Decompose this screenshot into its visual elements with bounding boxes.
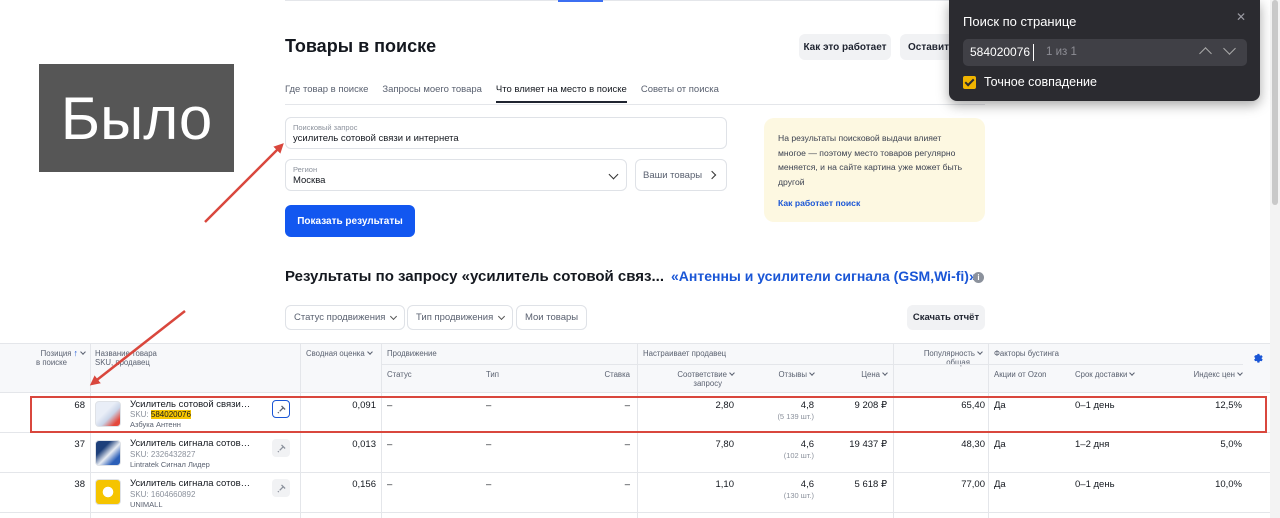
exact-match-checkbox[interactable]	[963, 76, 976, 89]
arrow-to-position	[89, 310, 186, 386]
chevron-down-icon[interactable]	[1223, 42, 1236, 55]
close-icon[interactable]: ✕	[1236, 10, 1246, 24]
exact-match-label[interactable]: Точное совпадение	[984, 75, 1097, 89]
chevron-up-icon[interactable]	[1199, 47, 1212, 60]
find-in-page-panel: Поиск по странице ✕ 584020076 1 из 1 Точ…	[949, 0, 1260, 101]
find-input-value: 584020076	[970, 45, 1031, 59]
find-input[interactable]: 584020076 1 из 1	[963, 39, 1247, 66]
scrollbar-thumb[interactable]	[1272, 0, 1278, 205]
find-match-count: 1 из 1	[1046, 46, 1077, 58]
before-label: Было	[39, 64, 234, 172]
find-title: Поиск по странице	[963, 14, 1077, 29]
text-caret	[1033, 44, 1034, 61]
